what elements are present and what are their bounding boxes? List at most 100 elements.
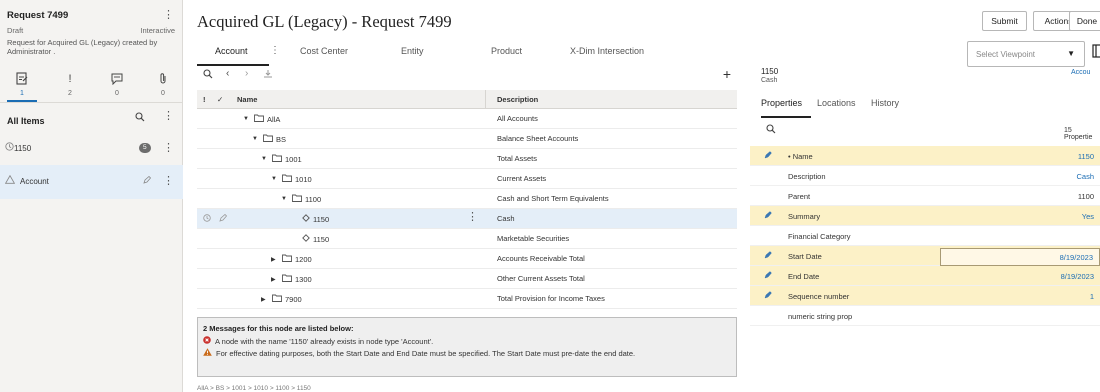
viewpoint-select[interactable]: Select Viewpoint ▼ <box>967 41 1085 67</box>
expand-icon[interactable]: ▶ <box>271 256 279 263</box>
table-row[interactable]: 1150 Marketable Securities <box>197 229 737 249</box>
edit-icon[interactable] <box>764 291 772 301</box>
collapse-icon[interactable]: ▼ <box>271 176 279 182</box>
download-icon[interactable] <box>263 69 273 81</box>
tab-comments[interactable]: 0 <box>97 71 137 97</box>
warning-icon <box>203 348 212 358</box>
leaf-node-icon <box>302 234 310 244</box>
tree-node[interactable]: ▶ 1200 <box>271 254 312 264</box>
tab-history[interactable]: History <box>871 98 899 108</box>
property-label: Summary <box>788 212 821 221</box>
tab-properties[interactable]: Properties <box>761 98 802 108</box>
tab-entity[interactable]: Entity <box>401 46 424 56</box>
tab-validation[interactable]: ! 2 <box>50 71 90 98</box>
edit-icon[interactable] <box>143 175 152 186</box>
done-button[interactable]: Done <box>1069 11 1100 31</box>
previous-icon[interactable]: ‹ <box>226 68 229 79</box>
table-row[interactable]: ▼ 1010 Current Assets <box>197 169 737 189</box>
folder-icon <box>272 154 282 164</box>
name-column-header: Name <box>237 95 258 104</box>
tab-account[interactable]: Account <box>215 46 248 56</box>
start-date-input[interactable]: 8/19/2023 <box>940 248 1100 266</box>
node-type-link[interactable]: Accou <box>1071 69 1090 76</box>
folder-icon <box>282 274 292 284</box>
property-row[interactable]: numeric string prop <box>750 306 1100 326</box>
tab-cost-center[interactable]: Cost Center <box>300 46 348 56</box>
property-row[interactable]: Start Date 8/19/2023 <box>750 246 1100 266</box>
folder-icon <box>292 194 302 204</box>
property-row[interactable]: Financial Category <box>750 226 1100 246</box>
node-description: Cash <box>497 214 515 223</box>
list-item-label: 1150 <box>14 144 32 153</box>
table-row[interactable]: ⋮ 1150 Cash <box>197 209 737 229</box>
comments-icon <box>97 71 137 86</box>
tab-request-items[interactable]: 1 <box>2 71 42 97</box>
table-row[interactable]: ▼ AllA All Accounts <box>197 109 737 129</box>
property-row[interactable]: Sequence number 1 <box>750 286 1100 306</box>
add-icon[interactable]: + <box>723 67 731 81</box>
collapse-icon[interactable]: ▼ <box>281 196 289 202</box>
search-icon[interactable] <box>135 112 145 124</box>
row-menu-icon[interactable]: ⋮ <box>467 212 478 223</box>
table-row[interactable]: ▼ BS Balance Sheet Accounts <box>197 129 737 149</box>
panel-toggle-icon[interactable] <box>1092 44 1100 60</box>
edit-icon[interactable] <box>764 211 772 221</box>
list-item-1150[interactable]: 1150 5 ⋮ <box>0 132 183 166</box>
table-row[interactable]: ▶ 7900 Total Provision for Income Taxes <box>197 289 737 309</box>
tree-node[interactable]: ▶ 7900 <box>261 294 302 304</box>
search-icon[interactable] <box>766 124 776 136</box>
tab-x-dim-intersection[interactable]: X-Dim Intersection <box>570 46 644 56</box>
list-item-menu-icon[interactable]: ⋮ <box>163 176 174 187</box>
edit-icon[interactable] <box>764 151 772 161</box>
list-item-account[interactable]: Account ⋮ <box>0 165 183 199</box>
validation-messages: 2 Messages for this node are listed belo… <box>197 317 737 377</box>
error-icon <box>203 336 211 346</box>
collapse-icon[interactable]: ▼ <box>252 136 260 142</box>
table-row[interactable]: ▼ 1001 Total Assets <box>197 149 737 169</box>
edit-icon[interactable] <box>219 213 228 224</box>
next-icon[interactable]: › <box>245 68 248 79</box>
property-row[interactable]: • Name 1150 <box>750 146 1100 166</box>
tree-node[interactable]: 1150 <box>291 234 329 244</box>
search-icon[interactable] <box>203 69 213 81</box>
list-item-menu-icon[interactable]: ⋮ <box>163 143 174 154</box>
tab-account-menu-icon[interactable]: ⋮ <box>270 46 280 56</box>
tree-node[interactable]: ▶ 1300 <box>271 274 312 284</box>
submit-button[interactable]: Submit <box>982 11 1027 31</box>
expand-icon[interactable]: ▶ <box>271 276 279 283</box>
node-label: 1200 <box>295 254 312 264</box>
edit-icon[interactable] <box>764 271 772 281</box>
tree-node[interactable]: 1150 <box>291 214 329 224</box>
table-row[interactable]: ▶ 1200 Accounts Receivable Total <box>197 249 737 269</box>
request-items-icon <box>2 71 42 86</box>
tree-node[interactable]: ▼ 1100 <box>281 194 321 204</box>
table-row[interactable]: ▼ 1100 Cash and Short Term Equivalents <box>197 189 737 209</box>
grid-header: ! ✓ Name Description <box>197 90 737 109</box>
caret-down-icon: ▼ <box>1067 49 1075 58</box>
tree-node[interactable]: ▼ AllA <box>243 114 280 124</box>
property-value: 8/19/2023 <box>1059 253 1093 262</box>
property-row[interactable]: End Date 8/19/2023 <box>750 266 1100 286</box>
node-description: Marketable Securities <box>497 234 570 243</box>
tree-node[interactable]: ▼ 1010 <box>271 174 312 184</box>
tree-node[interactable]: ▼ 1001 <box>261 154 302 164</box>
tab-attachments[interactable]: 0 <box>143 71 183 97</box>
node-description: All Accounts <box>497 114 538 123</box>
request-menu-icon[interactable]: ⋮ <box>163 10 174 21</box>
collapse-icon[interactable]: ▼ <box>243 116 251 122</box>
node-label: 1300 <box>295 274 312 284</box>
request-title: Request 7499 <box>7 10 69 21</box>
property-row[interactable]: Summary Yes <box>750 206 1100 226</box>
table-row[interactable]: ▶ 1300 Other Current Assets Total <box>197 269 737 289</box>
breadcrumb[interactable]: AllA > BS > 1001 > 1010 > 1100 > 1150 <box>197 385 311 392</box>
error-message: A node with the name '1150' already exis… <box>203 336 433 346</box>
property-row[interactable]: Description Cash <box>750 166 1100 186</box>
tab-locations[interactable]: Locations <box>817 98 856 108</box>
all-items-menu-icon[interactable]: ⋮ <box>163 111 174 122</box>
property-row[interactable]: Parent 1100 <box>750 186 1100 206</box>
tree-node[interactable]: ▼ BS <box>252 134 286 144</box>
expand-icon[interactable]: ▶ <box>261 296 269 303</box>
collapse-icon[interactable]: ▼ <box>261 156 269 162</box>
edit-icon[interactable] <box>764 251 772 261</box>
tab-product[interactable]: Product <box>491 46 522 56</box>
